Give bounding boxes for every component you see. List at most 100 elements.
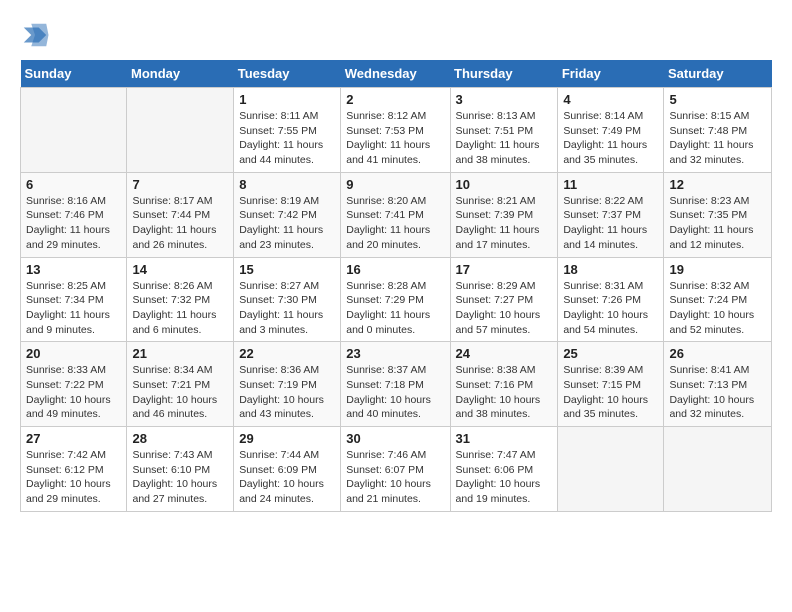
day-cell: 28 Sunrise: 7:43 AMSunset: 6:10 PMDayligh… [127, 427, 234, 512]
day-cell: 16 Sunrise: 8:28 AMSunset: 7:29 PMDayligh… [341, 257, 450, 342]
day-cell: 1 Sunrise: 8:11 AMSunset: 7:55 PMDaylight… [234, 88, 341, 173]
day-cell: 23 Sunrise: 8:37 AMSunset: 7:18 PMDayligh… [341, 342, 450, 427]
day-number: 24 [456, 346, 553, 361]
day-number: 1 [239, 92, 335, 107]
day-number: 15 [239, 262, 335, 277]
week-row-4: 20 Sunrise: 8:33 AMSunset: 7:22 PMDayligh… [21, 342, 772, 427]
day-info: Sunrise: 8:39 AMSunset: 7:15 PMDaylight:… [563, 363, 658, 422]
day-cell: 8 Sunrise: 8:19 AMSunset: 7:42 PMDaylight… [234, 172, 341, 257]
day-cell: 18 Sunrise: 8:31 AMSunset: 7:26 PMDayligh… [558, 257, 664, 342]
day-number: 9 [346, 177, 444, 192]
week-row-5: 27 Sunrise: 7:42 AMSunset: 6:12 PMDayligh… [21, 427, 772, 512]
day-cell: 29 Sunrise: 7:44 AMSunset: 6:09 PMDayligh… [234, 427, 341, 512]
day-info: Sunrise: 8:21 AMSunset: 7:39 PMDaylight:… [456, 194, 553, 253]
day-cell: 25 Sunrise: 8:39 AMSunset: 7:15 PMDayligh… [558, 342, 664, 427]
day-number: 3 [456, 92, 553, 107]
day-info: Sunrise: 8:11 AMSunset: 7:55 PMDaylight:… [239, 109, 335, 168]
day-info: Sunrise: 8:41 AMSunset: 7:13 PMDaylight:… [669, 363, 766, 422]
day-info: Sunrise: 8:12 AMSunset: 7:53 PMDaylight:… [346, 109, 444, 168]
day-cell: 7Sunrise: 8:17 AMSunset: 7:44 PMDaylight… [127, 172, 234, 257]
day-number: 27 [26, 431, 121, 446]
day-cell [21, 88, 127, 173]
logo [20, 20, 54, 50]
weekday-saturday: Saturday [664, 60, 772, 88]
day-info: Sunrise: 8:37 AMSunset: 7:18 PMDaylight:… [346, 363, 444, 422]
calendar-table: SundayMondayTuesdayWednesdayThursdayFrid… [20, 60, 772, 512]
day-info: Sunrise: 8:31 AMSunset: 7:26 PMDaylight:… [563, 279, 658, 338]
day-number: 4 [563, 92, 658, 107]
day-number: 30 [346, 431, 444, 446]
day-number: 7 [132, 177, 228, 192]
day-number: 26 [669, 346, 766, 361]
day-number: 13 [26, 262, 121, 277]
day-cell: 24 Sunrise: 8:38 AMSunset: 7:16 PMDayligh… [450, 342, 558, 427]
day-info: Sunrise: 7:46 AMSunset: 6:07 PMDaylight:… [346, 448, 444, 507]
day-number: 19 [669, 262, 766, 277]
day-cell: 4 Sunrise: 8:14 AMSunset: 7:49 PMDaylight… [558, 88, 664, 173]
day-number: 29 [239, 431, 335, 446]
day-cell [558, 427, 664, 512]
day-info: Sunrise: 8:23 AMSunset: 7:35 PMDaylight:… [669, 194, 766, 253]
day-number: 11 [563, 177, 658, 192]
day-info: Sunrise: 8:34 AMSunset: 7:21 PMDaylight:… [132, 363, 228, 422]
day-info: Sunrise: 8:29 AMSunset: 7:27 PMDaylight:… [456, 279, 553, 338]
logo-icon [20, 20, 50, 50]
day-info: Sunrise: 7:47 AMSunset: 6:06 PMDaylight:… [456, 448, 553, 507]
week-row-2: 6Sunrise: 8:16 AMSunset: 7:46 PMDaylight… [21, 172, 772, 257]
day-number: 2 [346, 92, 444, 107]
weekday-header-row: SundayMondayTuesdayWednesdayThursdayFrid… [21, 60, 772, 88]
day-number: 25 [563, 346, 658, 361]
day-cell: 31 Sunrise: 7:47 AMSunset: 6:06 PMDayligh… [450, 427, 558, 512]
day-cell: 3 Sunrise: 8:13 AMSunset: 7:51 PMDaylight… [450, 88, 558, 173]
day-number: 28 [132, 431, 228, 446]
day-cell: 20 Sunrise: 8:33 AMSunset: 7:22 PMDayligh… [21, 342, 127, 427]
day-cell: 5 Sunrise: 8:15 AMSunset: 7:48 PMDaylight… [664, 88, 772, 173]
day-number: 5 [669, 92, 766, 107]
day-info: Sunrise: 7:44 AMSunset: 6:09 PMDaylight:… [239, 448, 335, 507]
day-cell: 17 Sunrise: 8:29 AMSunset: 7:27 PMDayligh… [450, 257, 558, 342]
day-info: Sunrise: 8:33 AMSunset: 7:22 PMDaylight:… [26, 363, 121, 422]
weekday-sunday: Sunday [21, 60, 127, 88]
day-info: Sunrise: 7:43 AMSunset: 6:10 PMDaylight:… [132, 448, 228, 507]
day-info: Sunrise: 8:38 AMSunset: 7:16 PMDaylight:… [456, 363, 553, 422]
day-info: Sunrise: 8:20 AMSunset: 7:41 PMDaylight:… [346, 194, 444, 253]
weekday-tuesday: Tuesday [234, 60, 341, 88]
day-cell: 15 Sunrise: 8:27 AMSunset: 7:30 PMDayligh… [234, 257, 341, 342]
day-number: 17 [456, 262, 553, 277]
day-number: 18 [563, 262, 658, 277]
day-info: Sunrise: 8:27 AMSunset: 7:30 PMDaylight:… [239, 279, 335, 338]
day-cell [664, 427, 772, 512]
day-info: Sunrise: 8:36 AMSunset: 7:19 PMDaylight:… [239, 363, 335, 422]
day-cell: 30 Sunrise: 7:46 AMSunset: 6:07 PMDayligh… [341, 427, 450, 512]
week-row-1: 1 Sunrise: 8:11 AMSunset: 7:55 PMDaylight… [21, 88, 772, 173]
day-cell: 2 Sunrise: 8:12 AMSunset: 7:53 PMDaylight… [341, 88, 450, 173]
day-number: 23 [346, 346, 444, 361]
day-info: Sunrise: 8:13 AMSunset: 7:51 PMDaylight:… [456, 109, 553, 168]
day-cell: 11 Sunrise: 8:22 AMSunset: 7:37 PMDayligh… [558, 172, 664, 257]
day-cell: 22Sunrise: 8:36 AMSunset: 7:19 PMDayligh… [234, 342, 341, 427]
day-cell: 10 Sunrise: 8:21 AMSunset: 7:39 PMDayligh… [450, 172, 558, 257]
day-number: 16 [346, 262, 444, 277]
weekday-friday: Friday [558, 60, 664, 88]
day-info: Sunrise: 8:16 AMSunset: 7:46 PMDaylight:… [26, 194, 121, 253]
day-info: Sunrise: 8:15 AMSunset: 7:48 PMDaylight:… [669, 109, 766, 168]
day-number: 14 [132, 262, 228, 277]
day-number: 31 [456, 431, 553, 446]
weekday-monday: Monday [127, 60, 234, 88]
day-info: Sunrise: 8:32 AMSunset: 7:24 PMDaylight:… [669, 279, 766, 338]
day-number: 10 [456, 177, 553, 192]
day-info: Sunrise: 8:14 AMSunset: 7:49 PMDaylight:… [563, 109, 658, 168]
day-cell: 19 Sunrise: 8:32 AMSunset: 7:24 PMDayligh… [664, 257, 772, 342]
day-number: 12 [669, 177, 766, 192]
day-cell: 27 Sunrise: 7:42 AMSunset: 6:12 PMDayligh… [21, 427, 127, 512]
day-info: Sunrise: 8:19 AMSunset: 7:42 PMDaylight:… [239, 194, 335, 253]
day-info: Sunrise: 7:42 AMSunset: 6:12 PMDaylight:… [26, 448, 121, 507]
day-cell: 26 Sunrise: 8:41 AMSunset: 7:13 PMDayligh… [664, 342, 772, 427]
day-cell [127, 88, 234, 173]
day-number: 8 [239, 177, 335, 192]
day-number: 21 [132, 346, 228, 361]
weekday-wednesday: Wednesday [341, 60, 450, 88]
day-info: Sunrise: 8:28 AMSunset: 7:29 PMDaylight:… [346, 279, 444, 338]
day-number: 20 [26, 346, 121, 361]
day-info: Sunrise: 8:22 AMSunset: 7:37 PMDaylight:… [563, 194, 658, 253]
